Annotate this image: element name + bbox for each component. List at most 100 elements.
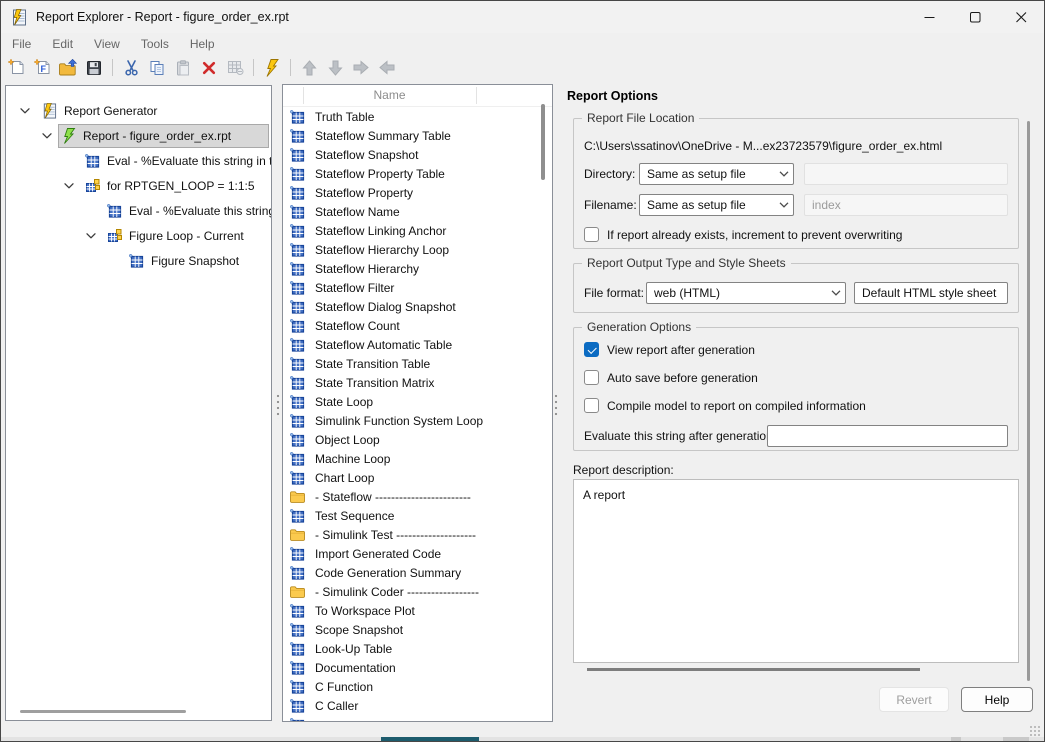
file-format-combo[interactable]: web (HTML) <box>646 282 846 304</box>
tree-item[interactable]: Report Generator <box>6 98 271 123</box>
menu-file[interactable]: File <box>12 37 31 51</box>
new-report-button[interactable] <box>6 57 26 78</box>
list-item[interactable]: Stateflow Hierarchy Loop <box>283 240 552 259</box>
list-item[interactable]: Stateflow Property Table <box>283 164 552 183</box>
tree-item[interactable]: Eval - %Evaluate this string in the bas <box>6 148 271 173</box>
list-item[interactable]: Stateflow Summary Table <box>283 126 552 145</box>
component-icon <box>290 319 305 333</box>
chevron-down-icon[interactable] <box>20 108 30 114</box>
move-up-button[interactable] <box>299 57 319 78</box>
menu-view[interactable]: View <box>94 37 120 51</box>
style-sheet-combo[interactable]: Default HTML style sheet <box>854 282 1008 304</box>
chevron-down-icon[interactable] <box>42 133 52 139</box>
tree-expander[interactable] <box>14 108 36 114</box>
save-report-button[interactable] <box>84 57 104 78</box>
list-item[interactable]: C Caller <box>283 696 552 715</box>
auto-save-checkbox[interactable] <box>584 370 599 385</box>
evaluate-string-input[interactable] <box>767 425 1008 447</box>
list-item[interactable]: Stateflow Hierarchy <box>283 259 552 278</box>
list-item[interactable]: Look-Up Table <box>283 639 552 658</box>
list-item[interactable]: Test Sequence <box>283 506 552 525</box>
menu-help[interactable]: Help <box>190 37 215 51</box>
list-item[interactable]: State Transition Table <box>283 354 552 373</box>
tree-horizontal-scrollbar[interactable] <box>20 710 186 713</box>
list-item[interactable]: Documentation <box>283 658 552 677</box>
palette-vertical-scrollbar[interactable] <box>541 104 545 180</box>
close-button[interactable] <box>998 1 1044 33</box>
chevron-down-icon[interactable] <box>64 183 74 189</box>
tree-item[interactable]: Report - figure_order_ex.rpt <box>6 123 271 148</box>
tree-item-content[interactable]: for RPTGEN_LOOP = 1:1:5 <box>80 175 264 197</box>
list-item[interactable]: Scope Snapshot <box>283 620 552 639</box>
list-item[interactable]: - Stateflow ------------------------ <box>283 487 552 506</box>
list-item[interactable]: Stateflow Property <box>283 183 552 202</box>
move-down-button[interactable] <box>325 57 345 78</box>
list-item[interactable]: State Transition Matrix <box>283 373 552 392</box>
name-column-header[interactable]: Name <box>303 85 476 106</box>
tree-item[interactable]: Figure Loop - Current <box>6 223 271 248</box>
list-item[interactable]: - Simulink Coder ------------------ <box>283 582 552 601</box>
list-item[interactable]: Stateflow Filter <box>283 278 552 297</box>
copy-button[interactable] <box>147 57 167 78</box>
menu-edit[interactable]: Edit <box>52 37 73 51</box>
minimize-button[interactable] <box>906 1 952 33</box>
list-item[interactable]: - Simulink Test -------------------- <box>283 525 552 544</box>
tree-item-content[interactable]: Eval - %Evaluate this string in the bas <box>80 150 271 172</box>
table-options-button[interactable] <box>225 57 245 78</box>
tree-expander[interactable] <box>80 233 102 239</box>
list-item[interactable]: Stateflow Count <box>283 316 552 335</box>
help-button[interactable]: Help <box>961 687 1033 712</box>
list-item[interactable]: State Loop <box>283 392 552 411</box>
list-item[interactable]: Stateflow Dialog Snapshot <box>283 297 552 316</box>
tree-item-content[interactable]: Report Generator <box>36 99 166 123</box>
options-horizontal-scrollbar[interactable] <box>587 668 920 671</box>
move-left-button[interactable] <box>377 57 397 78</box>
list-item[interactable]: To Workspace Plot <box>283 601 552 620</box>
options-vertical-scrollbar[interactable] <box>1027 121 1030 681</box>
generation-options-group: Generation Options View report after gen… <box>573 327 1019 451</box>
filename-combo[interactable]: Same as setup file <box>639 194 794 216</box>
list-item[interactable]: C Function <box>283 677 552 696</box>
view-report-checkbox[interactable] <box>584 342 599 357</box>
move-right-button[interactable] <box>351 57 371 78</box>
tree-item-content[interactable]: Eval - %Evaluate this string in the <box>102 200 271 222</box>
tree-item[interactable]: Figure Snapshot <box>6 248 271 273</box>
list-item[interactable]: Machine Loop <box>283 449 552 468</box>
revert-button[interactable]: Revert <box>879 687 949 712</box>
list-item[interactable]: Stateflow Linking Anchor <box>283 221 552 240</box>
list-item[interactable]: Code Generation Summary <box>283 563 552 582</box>
window-resize-grip[interactable] <box>1029 725 1041 737</box>
list-item[interactable]: Object Loop <box>283 430 552 449</box>
paste-button[interactable] <box>173 57 193 78</box>
menu-tools[interactable]: Tools <box>141 37 169 51</box>
list-item[interactable] <box>283 715 552 722</box>
tree-item[interactable]: Eval - %Evaluate this string in the <box>6 198 271 223</box>
delete-button[interactable] <box>199 57 219 78</box>
list-item[interactable]: Simulink Function System Loop <box>283 411 552 430</box>
tree-expander[interactable] <box>36 133 58 139</box>
new-form-button[interactable]: F <box>32 57 52 78</box>
list-item[interactable]: Chart Loop <box>283 468 552 487</box>
list-item[interactable]: Stateflow Name <box>283 202 552 221</box>
left-splitter-handle[interactable] <box>276 393 280 419</box>
tree-item-content[interactable]: Figure Loop - Current <box>102 225 253 247</box>
list-item[interactable]: Stateflow Automatic Table <box>283 335 552 354</box>
list-item-label: Stateflow Property Table <box>315 167 445 181</box>
chevron-down-icon[interactable] <box>86 233 96 239</box>
list-item[interactable]: Truth Table <box>283 107 552 126</box>
directory-combo[interactable]: Same as setup file <box>639 163 794 185</box>
tree-item-content[interactable]: Report - figure_order_ex.rpt <box>58 124 269 148</box>
increment-checkbox[interactable] <box>584 227 599 242</box>
maximize-button[interactable] <box>952 1 998 33</box>
list-item-label: State Transition Matrix <box>315 376 434 390</box>
tree-item-content[interactable]: Figure Snapshot <box>124 250 248 272</box>
compile-model-checkbox[interactable] <box>584 398 599 413</box>
tree-expander[interactable] <box>58 183 80 189</box>
list-item[interactable]: Stateflow Snapshot <box>283 145 552 164</box>
open-report-button[interactable] <box>58 57 78 78</box>
tree-item[interactable]: for RPTGEN_LOOP = 1:1:5 <box>6 173 271 198</box>
report-description-input[interactable]: A report <box>573 479 1019 663</box>
cut-button[interactable] <box>121 57 141 78</box>
generate-report-button[interactable] <box>262 57 282 78</box>
list-item[interactable]: Import Generated Code <box>283 544 552 563</box>
